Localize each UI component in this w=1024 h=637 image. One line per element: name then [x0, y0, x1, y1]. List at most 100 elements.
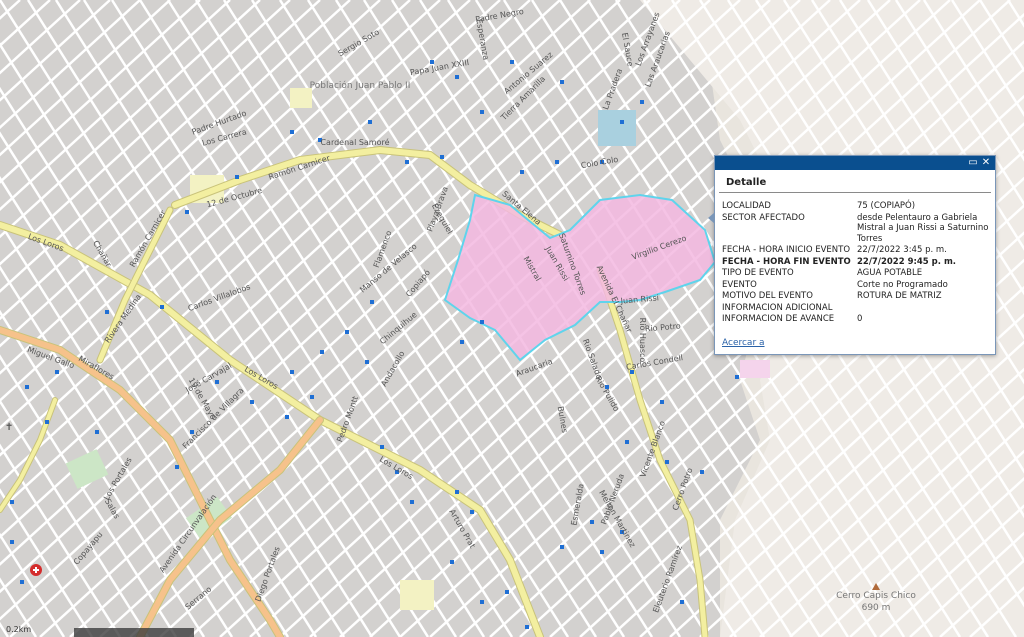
event-marker[interactable]	[505, 590, 509, 594]
peak-label: Cerro Capis Chico	[836, 591, 916, 601]
place-of-worship-icon: ✝	[5, 422, 13, 433]
event-marker[interactable]	[250, 400, 254, 404]
detail-popup[interactable]: ▭ ✕ Detalle LOCALIDAD 75 (COPIAPÓ) SECTOR …	[708, 155, 996, 355]
detail-value: AGUA POTABLE	[857, 268, 923, 278]
popup-titlebar: ▭ ✕	[715, 156, 995, 170]
event-marker[interactable]	[105, 310, 109, 314]
popup-pointer	[708, 212, 715, 224]
detail-key: MOTIVO DEL EVENTO	[722, 291, 813, 301]
detail-value: ROTURA DE MATRIZ	[857, 291, 942, 301]
close-icon[interactable]: ✕	[980, 157, 992, 168]
event-marker[interactable]	[735, 375, 739, 379]
event-marker[interactable]	[380, 445, 384, 449]
zoom-to-link[interactable]: Acercar a	[722, 338, 765, 348]
scale-bar: 0.2km	[6, 625, 32, 634]
coordinates-bar	[74, 628, 194, 637]
event-marker[interactable]	[20, 580, 24, 584]
event-marker[interactable]	[185, 210, 189, 214]
detail-key: INFORMACION ADICIONAL	[722, 302, 833, 313]
detail-value	[857, 303, 995, 315]
water-pond	[598, 110, 636, 146]
event-marker[interactable]	[370, 300, 374, 304]
event-marker[interactable]	[460, 340, 464, 344]
event-marker[interactable]	[215, 380, 219, 384]
event-marker[interactable]	[620, 120, 624, 124]
event-marker[interactable]	[640, 100, 644, 104]
event-marker[interactable]	[368, 120, 372, 124]
event-marker[interactable]	[285, 415, 289, 419]
event-marker[interactable]	[625, 440, 629, 444]
detail-row: LOCALIDAD 75 (COPIAPÓ)	[722, 201, 995, 213]
detail-key: TIPO DE EVENTO	[722, 268, 794, 278]
svg-text:✝: ✝	[5, 422, 13, 433]
detail-row: FECHA - HORA FIN EVENTO 22/7/2022 9:45 p.…	[722, 257, 995, 269]
event-marker[interactable]	[700, 470, 704, 474]
detail-value: 75 (COPIAPÓ)	[857, 201, 916, 211]
event-marker[interactable]	[10, 540, 14, 544]
event-marker[interactable]	[480, 600, 484, 604]
detail-value: desde Pelentauro a Gabriela Mistral a Ju…	[857, 212, 989, 244]
detail-key: INFORMACION DE AVANCE	[722, 314, 835, 324]
popup-title: Detalle	[719, 170, 991, 193]
detail-key: FECHA - HORA INICIO EVENTO	[722, 245, 851, 255]
event-marker[interactable]	[175, 465, 179, 469]
detail-row: FECHA - HORA INICIO EVENTO 22/7/2022 3:45…	[722, 245, 995, 257]
event-marker[interactable]	[520, 170, 524, 174]
detail-value: 22/7/2022 3:45 p. m.	[857, 245, 947, 255]
detail-key: FECHA - HORA FIN EVENTO	[722, 256, 851, 267]
detail-row: INFORMACION ADICIONAL	[722, 303, 995, 315]
detail-row: INFORMACION DE AVANCE 0	[722, 314, 995, 326]
event-marker[interactable]	[25, 385, 29, 389]
detail-key: EVENTO	[722, 279, 757, 290]
event-marker[interactable]	[560, 80, 564, 84]
detail-row: EVENTO Corte no Programado	[722, 280, 995, 292]
event-marker[interactable]	[455, 75, 459, 79]
detail-value: 0	[857, 314, 863, 324]
school-area	[400, 580, 434, 610]
area-label: Población Juan Pablo II	[310, 80, 411, 91]
event-marker[interactable]	[95, 430, 99, 434]
event-marker[interactable]	[590, 520, 594, 524]
event-marker[interactable]	[160, 305, 164, 309]
event-marker[interactable]	[235, 175, 239, 179]
detail-row: MOTIVO DEL EVENTO ROTURA DE MATRIZ	[722, 291, 995, 303]
event-marker[interactable]	[290, 130, 294, 134]
event-marker[interactable]	[365, 360, 369, 364]
event-marker[interactable]	[290, 370, 294, 374]
event-marker[interactable]	[10, 500, 14, 504]
detail-row: TIPO DE EVENTO AGUA POTABLE	[722, 268, 995, 280]
event-marker[interactable]	[320, 350, 324, 354]
event-marker[interactable]	[310, 395, 314, 399]
event-marker[interactable]	[665, 460, 669, 464]
event-marker[interactable]	[55, 370, 59, 374]
detail-row: SECTOR AFECTADO desde Pelentauro a Gabrie…	[722, 213, 995, 246]
event-marker[interactable]	[450, 560, 454, 564]
peak-elevation: 690 m	[862, 603, 891, 613]
event-marker[interactable]	[560, 545, 564, 549]
detail-value: Corte no Programado	[857, 279, 948, 290]
event-marker[interactable]	[525, 625, 529, 629]
event-marker[interactable]	[440, 155, 444, 159]
event-marker[interactable]	[510, 60, 514, 64]
restore-icon[interactable]: ▭	[967, 157, 979, 168]
event-marker[interactable]	[480, 320, 484, 324]
detail-key: SECTOR AFECTADO	[722, 212, 805, 223]
street-label: Cardenal Samoré	[320, 137, 389, 147]
event-marker[interactable]	[600, 550, 604, 554]
detail-key: LOCALIDAD	[722, 201, 771, 211]
event-marker[interactable]	[470, 510, 474, 514]
detail-table: LOCALIDAD 75 (COPIAPÓ) SECTOR AFECTADO desd…	[722, 201, 995, 326]
event-marker[interactable]	[455, 490, 459, 494]
event-marker[interactable]	[660, 400, 664, 404]
event-marker[interactable]	[410, 500, 414, 504]
event-marker[interactable]	[555, 160, 559, 164]
event-marker[interactable]	[480, 110, 484, 114]
hospital-icon[interactable]	[30, 564, 42, 576]
school-area	[290, 88, 312, 108]
event-marker[interactable]	[405, 160, 409, 164]
event-marker[interactable]	[680, 600, 684, 604]
detail-value: 22/7/2022 9:45 p. m.	[857, 256, 957, 267]
street-label: Rio Huasco	[638, 318, 647, 363]
event-marker[interactable]	[345, 330, 349, 334]
event-marker[interactable]	[45, 420, 49, 424]
